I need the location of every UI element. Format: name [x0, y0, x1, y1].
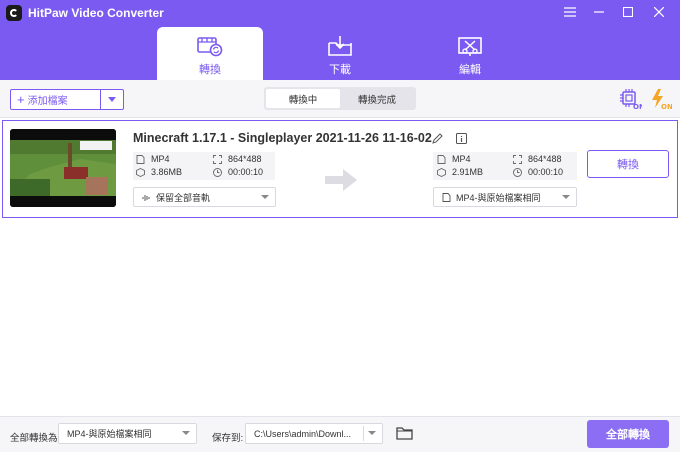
- minimize-icon[interactable]: [588, 3, 610, 21]
- close-icon[interactable]: [648, 3, 670, 21]
- clock-icon: [213, 167, 222, 177]
- chevron-down-icon: [182, 431, 190, 435]
- app-title: HitPaw Video Converter: [28, 6, 164, 20]
- audio-track-select[interactable]: 保留全部音軌: [133, 187, 276, 207]
- tab-converting[interactable]: 轉換中: [266, 89, 340, 108]
- source-size-value: 3.86MB: [151, 167, 183, 177]
- source-resolution-value: 864*488: [228, 154, 262, 164]
- output-resolution: 864*488: [513, 154, 562, 164]
- divider: [363, 426, 364, 441]
- source-duration: 00:00:10: [213, 167, 263, 177]
- arrow-right-icon: [325, 169, 357, 191]
- resolution-icon: [213, 154, 222, 164]
- output-size-value: 2.91MB: [452, 167, 484, 177]
- file-icon: [437, 154, 446, 164]
- audio-track-value: 保留全部音軌: [156, 192, 211, 203]
- source-format-value: MP4: [151, 154, 170, 164]
- output-resolution-value: 864*488: [528, 154, 562, 164]
- source-size: 3.86MB: [136, 167, 182, 177]
- file-title: Minecraft 1.17.1 - Singleplayer 2021-11-…: [133, 131, 432, 145]
- resolution-icon: [513, 154, 522, 164]
- convert-all-to-select[interactable]: MP4-與原始檔案相同: [58, 423, 197, 444]
- download-icon: [328, 36, 352, 56]
- tab-edit[interactable]: 編輯: [417, 27, 523, 80]
- title-bar: HitPaw Video Converter 轉換 下載 編輯: [0, 0, 680, 80]
- chevron-down-icon: [368, 431, 376, 435]
- output-format-select-value: MP4-與原始檔案相同: [456, 192, 541, 203]
- file-icon: [442, 192, 451, 202]
- app-logo-icon: [6, 5, 22, 21]
- tab-download[interactable]: 下載: [287, 27, 393, 80]
- output-duration: 00:00:10: [513, 167, 563, 177]
- save-to-value: C:\Users\admin\Downl...: [254, 428, 352, 439]
- convert-all-button[interactable]: 全部轉換: [587, 420, 669, 448]
- tab-converted[interactable]: 轉換完成: [340, 89, 414, 108]
- tab-convert[interactable]: 轉換: [157, 27, 263, 80]
- add-file-label: 添加檔案: [27, 96, 68, 107]
- size-icon: [437, 167, 446, 177]
- folder-icon[interactable]: [396, 426, 413, 440]
- chevron-down-icon: [261, 195, 269, 199]
- size-icon: [136, 167, 145, 177]
- output-format: MP4: [437, 154, 471, 164]
- clock-icon: [513, 167, 522, 177]
- add-file-button[interactable]: + 添加檔案: [10, 89, 124, 110]
- lightning-speed-badge: ON: [661, 103, 672, 110]
- maximize-icon[interactable]: [617, 3, 639, 21]
- tab-edit-label: 編輯: [459, 64, 481, 76]
- save-to-label: 保存到:: [212, 433, 244, 444]
- chevron-down-icon: [562, 195, 570, 199]
- save-to-select[interactable]: C:\Users\admin\Downl...: [245, 423, 383, 444]
- rename-icon[interactable]: [432, 133, 443, 144]
- source-format: MP4: [136, 154, 170, 164]
- source-resolution: 864*488: [213, 154, 262, 164]
- add-file-dropdown[interactable]: [101, 90, 123, 109]
- output-format-value: MP4: [452, 154, 471, 164]
- convert-all-to-value: MP4-與原始檔案相同: [67, 429, 152, 439]
- tab-download-label: 下載: [329, 64, 351, 76]
- convert-button[interactable]: 轉換: [587, 150, 669, 178]
- file-icon: [136, 154, 145, 164]
- tab-convert-label: 轉換: [199, 64, 221, 76]
- source-duration-value: 00:00:10: [228, 167, 264, 177]
- menu-icon[interactable]: [559, 3, 581, 21]
- video-thumbnail[interactable]: [10, 129, 116, 207]
- output-size: 2.91MB: [437, 167, 483, 177]
- lightning-speed-icon[interactable]: ON: [650, 88, 672, 110]
- convert-icon: [197, 37, 223, 57]
- hardware-acceleration-icon[interactable]: ON: [620, 88, 642, 110]
- output-format-select[interactable]: MP4-與原始檔案相同: [433, 187, 577, 207]
- info-icon[interactable]: [456, 133, 467, 144]
- chevron-down-icon: [108, 97, 116, 102]
- convert-all-to-label: 全部轉換為:: [10, 433, 61, 444]
- add-file-main[interactable]: + 添加檔案: [11, 90, 101, 109]
- hardware-acceleration-badge: ON: [633, 103, 642, 110]
- plus-icon: +: [17, 92, 25, 107]
- edit-icon: [458, 37, 482, 56]
- audio-icon: [142, 194, 150, 201]
- status-segmented-control: 轉換中 轉換完成: [264, 87, 416, 110]
- output-duration-value: 00:00:10: [528, 167, 564, 177]
